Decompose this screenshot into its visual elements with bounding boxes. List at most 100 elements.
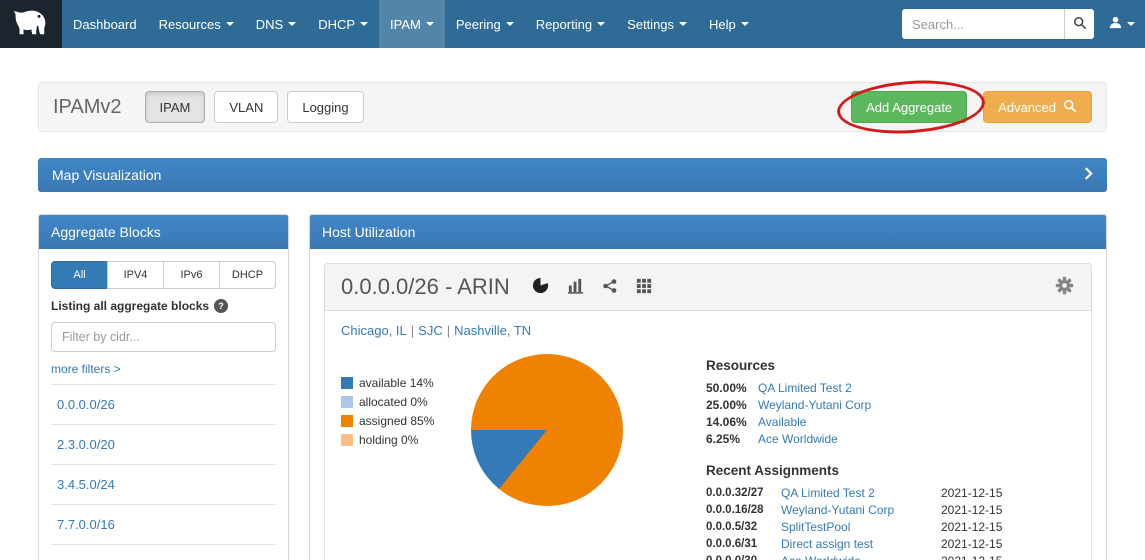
assignment-link[interactable]: Weyland-Yutani Corp: [781, 502, 941, 519]
assignment-row: 0.0.0.6/31Direct assign test2021-12-15: [706, 536, 1075, 553]
help-icon[interactable]: ?: [214, 299, 228, 313]
assignment-cidr: 0.0.0.32/27: [706, 485, 781, 502]
location-link[interactable]: Chicago, IL: [341, 323, 407, 338]
aggregate-filter-tabs: All IPV4 IPv6 DHCP: [51, 261, 276, 289]
utilization-chart-row: available 14% allocated 0% assigned 85% …: [341, 354, 1075, 560]
legend-swatch: [341, 377, 353, 389]
grid-icon: [636, 278, 652, 297]
cidr-filter-input[interactable]: [51, 322, 276, 352]
caret-down-icon: [679, 22, 687, 26]
caret-down-icon: [288, 22, 296, 26]
tab-vlan[interactable]: VLAN: [214, 91, 278, 123]
tab-ipam[interactable]: IPAM: [145, 91, 206, 123]
user-icon: [1108, 15, 1123, 33]
add-aggregate-button[interactable]: Add Aggregate: [851, 91, 967, 123]
nav-item-dns[interactable]: DNS: [245, 0, 307, 48]
resource-link[interactable]: Available: [758, 414, 806, 431]
nav-item-dashboard[interactable]: Dashboard: [62, 0, 148, 48]
search-input[interactable]: [902, 9, 1064, 39]
location-link[interactable]: SJC: [418, 323, 443, 338]
settings-gear-button[interactable]: [1054, 275, 1075, 299]
utilization-pie-chart: [471, 354, 623, 506]
legend-item: allocated 0%: [341, 395, 471, 409]
more-filters-link[interactable]: more filters >: [51, 362, 276, 376]
resource-row: 6.25%Ace Worldwide: [706, 431, 1075, 448]
nav-item-peering[interactable]: Peering: [445, 0, 525, 48]
navbar-right: [902, 0, 1145, 48]
search-button[interactable]: [1064, 9, 1094, 39]
bar-chart-icon: [567, 277, 584, 297]
host-utilization-body: 0.0.0.0/26 - ARIN: [310, 249, 1106, 560]
list-item[interactable]: 3.4.5.0/24: [51, 464, 276, 504]
grid-view-button[interactable]: [636, 278, 652, 297]
resource-pct: 6.25%: [706, 431, 758, 448]
search-group: [902, 9, 1094, 39]
resource-pct: 14.06%: [706, 414, 758, 431]
locations-row: Chicago, IL|SJC|Nashville, TN: [341, 323, 1075, 338]
main-content: Aggregate Blocks All IPV4 IPv6 DHCP List…: [38, 214, 1107, 560]
bar-chart-view-button[interactable]: [567, 277, 584, 297]
map-visualization-title: Map Visualization: [52, 167, 161, 183]
assignment-link[interactable]: SplitTestPool: [781, 519, 941, 536]
legend-swatch: [341, 434, 353, 446]
filter-tab-dhcp[interactable]: DHCP: [219, 261, 276, 289]
assignment-date: 2021-12-15: [941, 485, 1075, 502]
nav-label: Help: [709, 17, 736, 32]
legend-item: holding 0%: [341, 433, 471, 447]
legend-swatch: [341, 415, 353, 427]
filter-tab-ipv4[interactable]: IPV4: [107, 261, 164, 289]
caret-down-icon: [226, 22, 234, 26]
nav-item-dhcp[interactable]: DHCP: [307, 0, 379, 48]
legend-item: available 14%: [341, 376, 471, 390]
filter-tab-all[interactable]: All: [51, 261, 108, 289]
list-item[interactable]: 7.7.0.0/16: [51, 504, 276, 544]
resources-heading: Resources: [706, 358, 1075, 373]
location-link[interactable]: Nashville, TN: [454, 323, 531, 338]
advanced-label: Advanced: [998, 100, 1056, 115]
top-navbar: Dashboard Resources DNS DHCP IPAM Peerin…: [0, 0, 1145, 48]
block-detail-body: Chicago, IL|SJC|Nashville, TN available …: [325, 311, 1091, 560]
resource-link[interactable]: Weyland-Yutani Corp: [758, 397, 871, 414]
map-visualization-panel-header[interactable]: Map Visualization: [38, 158, 1107, 192]
legend-label: assigned 85%: [359, 414, 434, 428]
nav-label: DNS: [256, 17, 283, 32]
assignment-link[interactable]: Direct assign test: [781, 536, 941, 553]
aggregate-blocks-body: All IPV4 IPv6 DHCP Listing all aggregate…: [39, 249, 288, 560]
search-icon: [1073, 16, 1087, 33]
resource-link[interactable]: Ace Worldwide: [758, 431, 838, 448]
assignment-date: 2021-12-15: [941, 519, 1075, 536]
advanced-button[interactable]: Advanced: [983, 91, 1092, 123]
pie-chart-icon: [532, 277, 549, 297]
resource-link[interactable]: QA Limited Test 2: [758, 380, 852, 397]
assignment-link[interactable]: QA Limited Test 2: [781, 485, 941, 502]
nav-item-resources[interactable]: Resources: [148, 0, 245, 48]
list-item[interactable]: 2.3.0.0/20: [51, 424, 276, 464]
aggregate-block-list: 0.0.0.0/26 2.3.0.0/20 3.4.5.0/24 7.7.0.0…: [51, 384, 276, 560]
list-item[interactable]: [51, 544, 276, 560]
pie-chart-view-button[interactable]: [532, 277, 549, 297]
toolbar-actions: Add Aggregate Advanced: [851, 91, 1092, 123]
assignment-date: 2021-12-15: [941, 553, 1075, 560]
assignment-link[interactable]: Ace Worldwide: [781, 553, 941, 560]
block-title: 0.0.0.0/26 - ARIN: [341, 274, 510, 300]
nav-item-help[interactable]: Help: [698, 0, 760, 48]
resource-pct: 50.00%: [706, 380, 758, 397]
nav-item-ipam[interactable]: IPAM: [379, 0, 445, 48]
filter-tab-ipv6[interactable]: IPv6: [163, 261, 220, 289]
aggregate-blocks-panel: Aggregate Blocks All IPV4 IPv6 DHCP List…: [38, 214, 289, 560]
nav-label: IPAM: [390, 17, 421, 32]
block-detail-card: 0.0.0.0/26 - ARIN: [324, 263, 1092, 560]
user-menu-button[interactable]: [1108, 15, 1135, 33]
page-title: IPAMv2: [53, 96, 122, 119]
nav-item-settings[interactable]: Settings: [616, 0, 698, 48]
list-item[interactable]: 0.0.0.0/26: [51, 384, 276, 424]
nav-item-reporting[interactable]: Reporting: [525, 0, 616, 48]
share-view-button[interactable]: [602, 278, 618, 297]
caret-down-icon: [597, 22, 605, 26]
assignment-row: 0.0.0.32/27QA Limited Test 22021-12-15: [706, 485, 1075, 502]
tab-logging[interactable]: Logging: [287, 91, 363, 123]
utilization-info-column: Resources 50.00%QA Limited Test 2 25.00%…: [651, 354, 1075, 560]
nav-label: Dashboard: [73, 17, 137, 32]
assignment-cidr: 0.0.0.6/31: [706, 536, 781, 553]
app-logo[interactable]: [0, 0, 62, 48]
